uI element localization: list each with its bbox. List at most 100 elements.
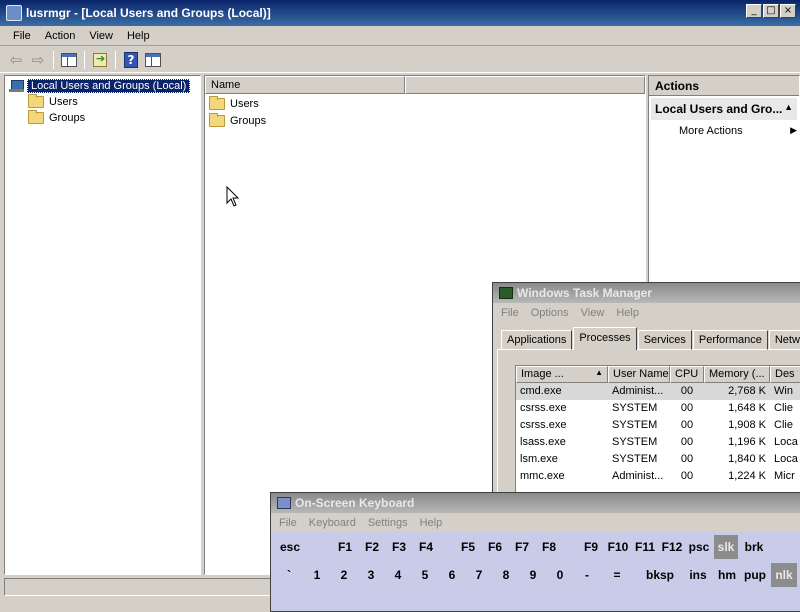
process-row[interactable]: csrss.exe SYSTEM 00 1,908 K Clie [516, 417, 800, 434]
key-fn-3[interactable]: F3 [387, 535, 411, 559]
tab-services[interactable]: Services [637, 330, 692, 350]
column-header-user-name[interactable]: User Name [608, 366, 670, 383]
process-row[interactable]: csrss.exe SYSTEM 00 1,648 K Clie [516, 400, 800, 417]
list-item-groups[interactable]: Groups [209, 112, 266, 129]
tab-performance[interactable]: Performance [692, 330, 768, 350]
key-fn-5[interactable]: F5 [456, 535, 480, 559]
tree-root-node[interactable]: Local Users and Groups (Local) [9, 78, 191, 94]
osk-menu-keyboard[interactable]: Keyboard [303, 517, 362, 529]
export-list-icon [93, 52, 107, 67]
key-num-6[interactable]: 6 [440, 563, 464, 587]
sort-ascending-icon: ▲ [595, 368, 603, 377]
key-fn-10[interactable]: F10 [606, 535, 630, 559]
key-num-5[interactable]: 5 [413, 563, 437, 587]
key-fn-14[interactable]: slk [714, 535, 738, 559]
key-num-12[interactable]: = [602, 563, 632, 587]
tree-node-label: Users [49, 96, 78, 108]
process-table-header: Image ... ▲ User Name CPU Memory (... De… [516, 366, 800, 383]
forward-button[interactable]: ⇨ [28, 50, 48, 70]
main-title-bar[interactable]: lusrmgr - [Local Users and Groups (Local… [0, 0, 800, 26]
key-fn-12[interactable]: F12 [660, 535, 684, 559]
close-button[interactable]: × [780, 4, 796, 18]
key-fn-4[interactable]: F4 [414, 535, 438, 559]
console-tree-pane[interactable]: Local Users and Groups (Local) Users Gro… [4, 75, 201, 575]
cell-memory: 1,196 K [728, 436, 766, 448]
minimize-button[interactable]: _ [746, 4, 762, 18]
submenu-arrow-icon: ▶ [790, 125, 797, 135]
tm-menu-help[interactable]: Help [610, 307, 645, 319]
key-fn-9[interactable]: F9 [579, 535, 603, 559]
menu-view[interactable]: View [82, 30, 120, 42]
osk-menu-help[interactable]: Help [414, 517, 449, 529]
show-hide-tree-button[interactable] [59, 50, 79, 70]
back-arrow-icon: ⇦ [9, 50, 23, 69]
tab-networking[interactable]: Network [768, 330, 800, 350]
key-num-8[interactable]: 8 [494, 563, 518, 587]
key-num-7[interactable]: 7 [467, 563, 491, 587]
list-item-users[interactable]: Users [209, 95, 259, 112]
help-icon: ? [124, 51, 138, 68]
maximize-button[interactable]: □ [763, 4, 779, 18]
cell-image-name: lsm.exe [520, 453, 558, 465]
tree-node-users[interactable]: Users [28, 94, 78, 110]
column-header-description[interactable]: Des [770, 366, 800, 383]
key-num-15[interactable]: hm [714, 563, 740, 587]
column-header-image-name[interactable]: Image ... ▲ [516, 366, 608, 383]
key-num-3[interactable]: 3 [359, 563, 383, 587]
key-fn-15[interactable]: brk [742, 535, 766, 559]
task-manager-title-bar[interactable]: Windows Task Manager [493, 283, 800, 303]
key-fn-0[interactable]: esc [277, 535, 303, 559]
key-fn-6[interactable]: F6 [483, 535, 507, 559]
actions-section-local-users-groups[interactable]: Local Users and Gro... ▲ [651, 98, 797, 120]
column-header-memory[interactable]: Memory (... [704, 366, 770, 383]
menu-file[interactable]: File [6, 30, 38, 42]
tm-menu-file[interactable]: File [495, 307, 525, 319]
key-num-1[interactable]: 1 [305, 563, 329, 587]
column-header-cpu[interactable]: CPU [670, 366, 704, 383]
tree-node-groups[interactable]: Groups [28, 110, 85, 126]
key-num-10[interactable]: 0 [548, 563, 572, 587]
cell-memory: 2,768 K [728, 385, 766, 397]
on-screen-keyboard-window[interactable]: On-Screen Keyboard File Keyboard Setting… [270, 492, 800, 612]
more-actions-item[interactable]: More Actions ▶ [679, 125, 797, 137]
back-button[interactable]: ⇦ [6, 50, 26, 70]
column-header-name[interactable]: Name [205, 76, 405, 94]
cell-description: Win [774, 385, 793, 397]
key-fn-13[interactable]: psc [687, 535, 711, 559]
osk-title: On-Screen Keyboard [295, 496, 415, 510]
key-num-11[interactable]: - [575, 563, 599, 587]
key-num-9[interactable]: 9 [521, 563, 545, 587]
tm-menu-options[interactable]: Options [525, 307, 575, 319]
process-row[interactable]: mmc.exe Administ... 00 1,224 K Micr [516, 468, 800, 485]
window-controls: _ □ × [746, 4, 796, 18]
process-row[interactable]: cmd.exe Administ... 00 2,768 K Win [516, 383, 800, 400]
key-fn-11[interactable]: F11 [633, 535, 657, 559]
menu-action[interactable]: Action [38, 30, 83, 42]
osk-menu-file[interactable]: File [273, 517, 303, 529]
export-list-button[interactable] [90, 50, 110, 70]
tab-processes[interactable]: Processes [573, 327, 637, 350]
help-button[interactable]: ? [121, 50, 141, 70]
key-fn-8[interactable]: F8 [537, 535, 561, 559]
key-num-14[interactable]: ins [685, 563, 711, 587]
key-num-17[interactable]: nlk [771, 563, 797, 587]
key-num-4[interactable]: 4 [386, 563, 410, 587]
key-fn-7[interactable]: F7 [510, 535, 534, 559]
key-num-2[interactable]: 2 [332, 563, 356, 587]
osk-menu-settings[interactable]: Settings [362, 517, 414, 529]
key-num-13[interactable]: bksp [638, 563, 682, 587]
folder-icon [209, 95, 225, 110]
tm-menu-view[interactable]: View [575, 307, 611, 319]
key-num-16[interactable]: pup [742, 563, 768, 587]
show-hide-action-pane-button[interactable] [143, 50, 163, 70]
process-row[interactable]: lsass.exe SYSTEM 00 1,196 K Loca [516, 434, 800, 451]
toolbar-separator [115, 50, 116, 69]
process-row[interactable]: lsm.exe SYSTEM 00 1,840 K Loca [516, 451, 800, 468]
menu-help[interactable]: Help [120, 30, 157, 42]
key-fn-1[interactable]: F1 [333, 535, 357, 559]
key-num-0[interactable]: ` [277, 563, 301, 587]
column-header-blank[interactable] [405, 76, 645, 94]
tab-applications[interactable]: Applications [501, 330, 573, 350]
osk-title-bar[interactable]: On-Screen Keyboard [271, 493, 800, 513]
key-fn-2[interactable]: F2 [360, 535, 384, 559]
